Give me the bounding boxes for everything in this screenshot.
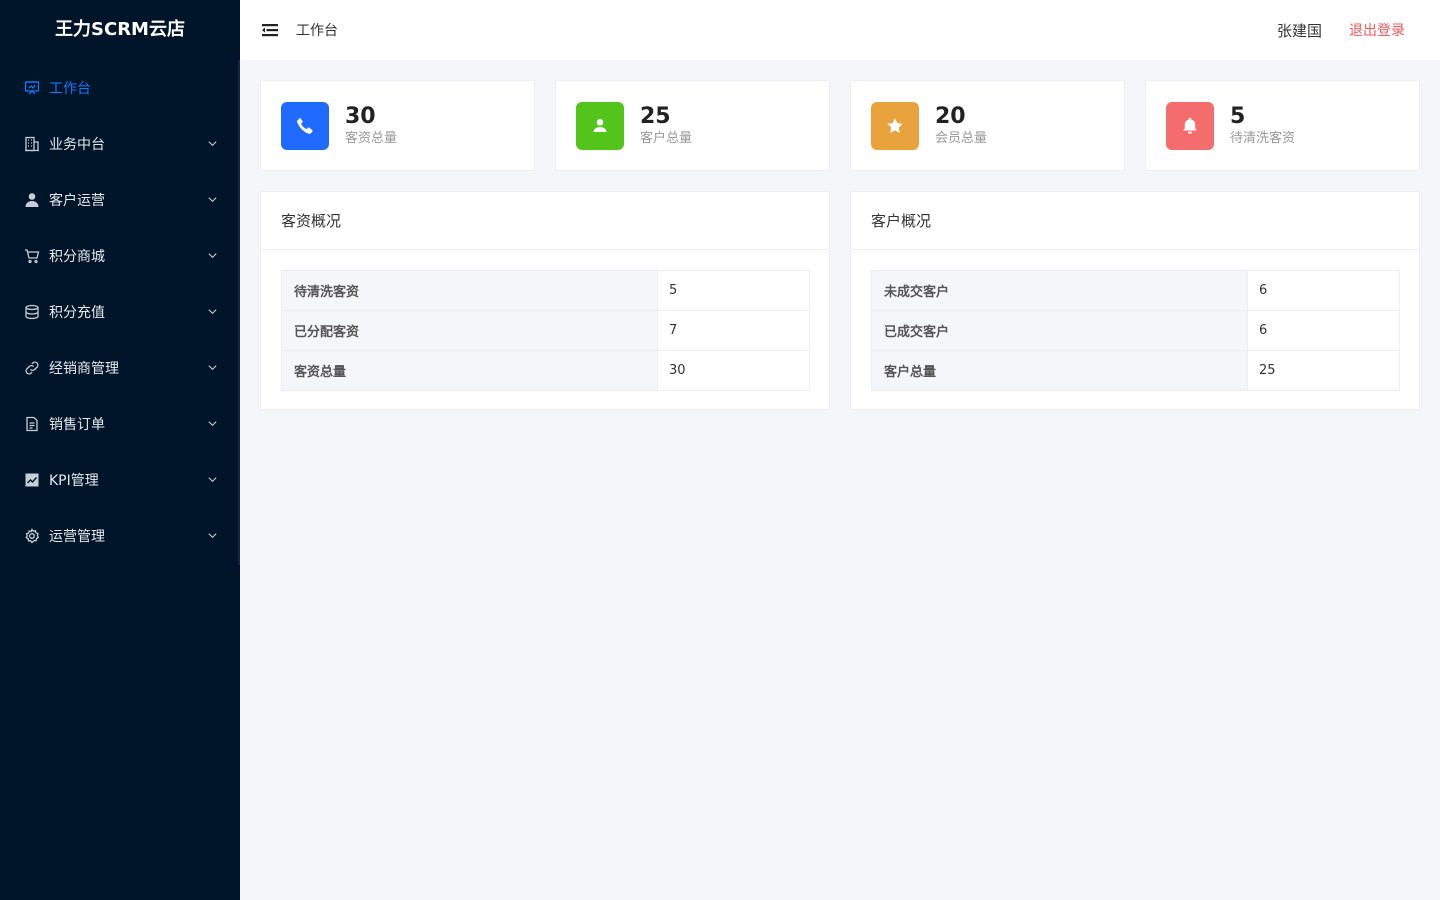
stat-value: 20 (935, 103, 966, 129)
table-key: 未成交客户 (871, 270, 1248, 311)
table-row: 客户总量 25 (871, 350, 1400, 391)
stat-label: 客资总量 (345, 130, 398, 146)
table-row: 待清洗客资 5 (281, 270, 810, 311)
stat-cards: 30 客资总量 25 客户总量 20 会员总量 5 待清洗客资 (260, 80, 1420, 171)
table-key: 客资总量 (281, 350, 658, 391)
chart-icon (24, 472, 40, 488)
stat-value: 5 (1230, 103, 1246, 129)
customers-overview-panel: 客户概况 未成交客户 6 已成交客户 6 客户总量 25 (850, 191, 1420, 410)
stat-value: 30 (345, 103, 376, 129)
table-value: 5 (657, 270, 810, 311)
chevron-down-icon (208, 533, 217, 539)
link-icon (24, 360, 40, 376)
table-key: 已成交客户 (871, 310, 1248, 351)
table-row: 客资总量 30 (281, 350, 810, 391)
chevron-down-icon (208, 141, 217, 147)
stat-card-pending-cleanup[interactable]: 5 待清洗客资 (1145, 80, 1420, 171)
phone-icon (281, 101, 329, 150)
chevron-down-icon (208, 197, 217, 203)
chevron-down-icon (208, 421, 217, 427)
sidebar-item-label: 客户运营 (49, 193, 105, 209)
table-value: 25 (1247, 350, 1400, 391)
star-icon (871, 101, 919, 150)
document-icon (24, 416, 40, 432)
sidebar-item-kpi[interactable]: KPI管理 (0, 452, 240, 508)
chevron-down-icon (208, 477, 217, 483)
chevron-down-icon (208, 365, 217, 371)
stat-card-customers[interactable]: 25 客户总量 (555, 80, 830, 171)
main-content: 30 客资总量 25 客户总量 20 会员总量 5 待清洗客资 客资概况 待清洗… (260, 80, 1420, 410)
cart-icon (24, 248, 40, 264)
sidebar-item-operations[interactable]: 运营管理 (0, 508, 240, 564)
logout-button[interactable]: 退出登录 (1349, 20, 1405, 40)
table-row: 已分配客资 7 (281, 310, 810, 351)
sidebar-item-label: 积分商城 (49, 249, 105, 265)
leads-overview-panel: 客资概况 待清洗客资 5 已分配客资 7 客资总量 30 (260, 191, 830, 410)
stat-card-members[interactable]: 20 会员总量 (850, 80, 1125, 171)
app-logo: 王力SCRM云店 (55, 19, 185, 40)
leads-overview-table: 待清洗客资 5 已分配客资 7 客资总量 30 (281, 270, 810, 391)
database-icon (24, 304, 40, 320)
sidebar-item-label: 积分充值 (49, 305, 105, 321)
table-row: 未成交客户 6 (871, 270, 1400, 311)
table-value: 6 (1247, 310, 1400, 351)
sidebar-item-sales-orders[interactable]: 销售订单 (0, 396, 240, 452)
customers-overview-table: 未成交客户 6 已成交客户 6 客户总量 25 (871, 270, 1400, 391)
sidebar-item-label: 经销商管理 (49, 361, 119, 377)
sidebar-item-label: KPI管理 (49, 473, 99, 489)
sidebar-item-points-mall[interactable]: 积分商城 (0, 228, 240, 284)
table-key: 待清洗客资 (281, 270, 658, 311)
sidebar-menu: 工作台 业务中台 客户运营 积分商城 积分充值 经销商管理 销售订单 KPI管理… (0, 60, 240, 564)
stat-label: 客户总量 (640, 130, 693, 146)
sidebar-item-label: 销售订单 (49, 417, 105, 433)
sidebar-item-points-recharge[interactable]: 积分充值 (0, 284, 240, 340)
dashboard-icon (24, 80, 40, 96)
gear-icon (24, 528, 40, 544)
sidebar-item-label: 工作台 (49, 81, 91, 97)
stat-label: 会员总量 (935, 130, 988, 146)
user-icon (24, 192, 40, 208)
panel-title: 客户概况 (851, 192, 1419, 250)
sidebar-item-label: 业务中台 (49, 137, 105, 153)
chevron-down-icon (208, 309, 217, 315)
overview-panels: 客资概况 待清洗客资 5 已分配客资 7 客资总量 30 客户概况 未成交客户 … (260, 191, 1420, 410)
chevron-down-icon (208, 253, 217, 259)
user-name[interactable]: 张建国 (1277, 20, 1322, 41)
table-value: 30 (657, 350, 810, 391)
table-value: 6 (1247, 270, 1400, 311)
page-title: 工作台 (296, 23, 338, 39)
stat-value: 25 (640, 103, 671, 129)
bell-icon (1166, 101, 1214, 150)
top-header: 工作台 张建国 退出登录 (240, 0, 1440, 60)
panel-title: 客资概况 (261, 192, 829, 250)
table-row: 已成交客户 6 (871, 310, 1400, 351)
stat-card-leads[interactable]: 30 客资总量 (260, 80, 535, 171)
sidebar: 王力SCRM云店 工作台 业务中台 客户运营 积分商城 积分充值 经销商管理 销… (0, 0, 240, 900)
stat-label: 待清洗客资 (1230, 130, 1296, 146)
table-key: 已分配客资 (281, 310, 658, 351)
sidebar-item-label: 运营管理 (49, 529, 105, 545)
sidebar-item-dealer-mgmt[interactable]: 经销商管理 (0, 340, 240, 396)
sidebar-item-business[interactable]: 业务中台 (0, 116, 240, 172)
sidebar-item-dashboard[interactable]: 工作台 (0, 60, 240, 116)
user-icon (576, 101, 624, 150)
building-icon (24, 136, 40, 152)
table-key: 客户总量 (871, 350, 1248, 391)
sidebar-item-customer-ops[interactable]: 客户运营 (0, 172, 240, 228)
table-value: 7 (657, 310, 810, 351)
menu-toggle-icon[interactable] (262, 22, 278, 38)
